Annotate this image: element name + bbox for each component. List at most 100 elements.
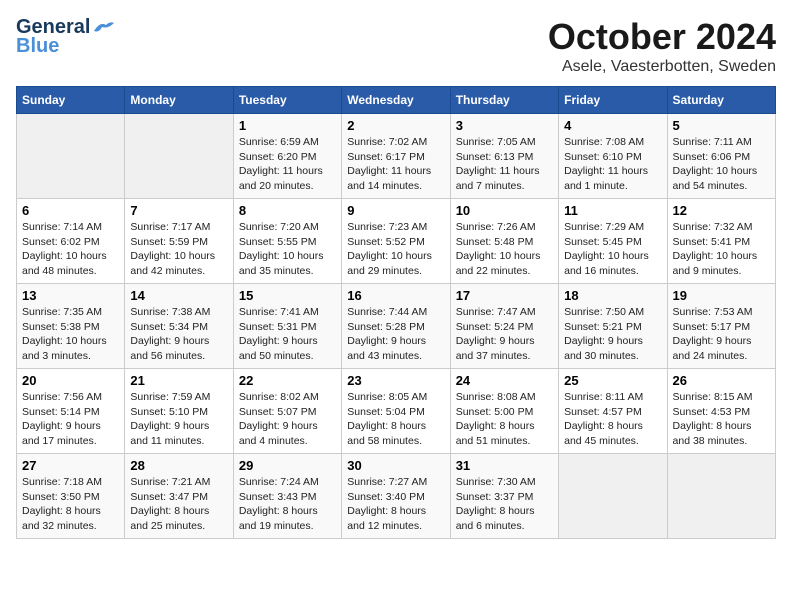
day-info: Sunrise: 7:29 AMSunset: 5:45 PMDaylight:… [564,220,661,279]
table-cell: 24 Sunrise: 8:08 AMSunset: 5:00 PMDayligh… [450,369,558,454]
table-cell: 7Sunrise: 7:17 AMSunset: 5:59 PMDaylight… [125,199,233,284]
day-number: 3 [456,118,553,133]
day-number: 30 [347,458,444,473]
day-info: Sunrise: 7:41 AMSunset: 5:31 PMDaylight:… [239,305,336,364]
col-wednesday: Wednesday [342,87,450,114]
day-info: Sunrise: 7:35 AMSunset: 5:38 PMDaylight:… [22,305,119,364]
col-saturday: Saturday [667,87,775,114]
table-cell [667,454,775,539]
day-info: Sunrise: 8:15 AMSunset: 4:53 PMDaylight:… [673,390,770,449]
table-cell: 28 Sunrise: 7:21 AMSunset: 3:47 PMDayligh… [125,454,233,539]
table-cell: 10 Sunrise: 7:26 AMSunset: 5:48 PMDayligh… [450,199,558,284]
day-info: Sunrise: 7:14 AMSunset: 6:02 PMDaylight:… [22,220,119,279]
table-cell: 30 Sunrise: 7:27 AMSunset: 3:40 PMDayligh… [342,454,450,539]
table-cell: 19 Sunrise: 7:53 AMSunset: 5:17 PMDayligh… [667,284,775,369]
table-cell: 21 Sunrise: 7:59 AMSunset: 5:10 PMDayligh… [125,369,233,454]
day-number: 31 [456,458,553,473]
day-info: Sunrise: 7:30 AMSunset: 3:37 PMDaylight:… [456,475,553,534]
week-row-3: 13 Sunrise: 7:35 AMSunset: 5:38 PMDayligh… [17,284,776,369]
day-number: 26 [673,373,770,388]
table-cell: 3 Sunrise: 7:05 AMSunset: 6:13 PMDaylight… [450,114,558,199]
day-number: 21 [130,373,227,388]
table-cell: 11 Sunrise: 7:29 AMSunset: 5:45 PMDayligh… [559,199,667,284]
day-info: Sunrise: 7:08 AMSunset: 6:10 PMDaylight:… [564,135,661,194]
day-info: Sunrise: 7:53 AMSunset: 5:17 PMDaylight:… [673,305,770,364]
table-cell: 17 Sunrise: 7:47 AMSunset: 5:24 PMDayligh… [450,284,558,369]
table-cell: 12 Sunrise: 7:32 AMSunset: 5:41 PMDayligh… [667,199,775,284]
table-cell: 18Sunrise: 7:50 AMSunset: 5:21 PMDayligh… [559,284,667,369]
day-number: 27 [22,458,119,473]
table-cell: 25 Sunrise: 8:11 AMSunset: 4:57 PMDayligh… [559,369,667,454]
day-info: Sunrise: 7:18 AMSunset: 3:50 PMDaylight:… [22,475,119,534]
day-number: 17 [456,288,553,303]
table-cell: 6Sunrise: 7:14 AMSunset: 6:02 PMDaylight… [17,199,125,284]
day-info: Sunrise: 7:56 AMSunset: 5:14 PMDaylight:… [22,390,119,449]
day-number: 25 [564,373,661,388]
day-info: Sunrise: 8:02 AMSunset: 5:07 PMDaylight:… [239,390,336,449]
table-cell: 16 Sunrise: 7:44 AMSunset: 5:28 PMDayligh… [342,284,450,369]
day-info: Sunrise: 7:26 AMSunset: 5:48 PMDaylight:… [456,220,553,279]
day-info: Sunrise: 7:44 AMSunset: 5:28 PMDaylight:… [347,305,444,364]
day-number: 22 [239,373,336,388]
day-number: 8 [239,203,336,218]
table-cell: 2 Sunrise: 7:02 AMSunset: 6:17 PMDaylight… [342,114,450,199]
day-number: 13 [22,288,119,303]
week-row-1: 1 Sunrise: 6:59 AMSunset: 6:20 PMDaylight… [17,114,776,199]
table-cell [559,454,667,539]
day-info: Sunrise: 7:11 AMSunset: 6:06 PMDaylight:… [673,135,770,194]
col-friday: Friday [559,87,667,114]
day-number: 4 [564,118,661,133]
page-header: General Blue October 2024 Asele, Vaester… [16,16,776,76]
week-row-5: 27 Sunrise: 7:18 AMSunset: 3:50 PMDayligh… [17,454,776,539]
day-info: Sunrise: 7:17 AMSunset: 5:59 PMDaylight:… [130,220,227,279]
day-info: Sunrise: 7:32 AMSunset: 5:41 PMDaylight:… [673,220,770,279]
table-cell: 8 Sunrise: 7:20 AMSunset: 5:55 PMDaylight… [233,199,341,284]
day-info: Sunrise: 7:27 AMSunset: 3:40 PMDaylight:… [347,475,444,534]
day-number: 1 [239,118,336,133]
day-number: 20 [22,373,119,388]
col-sunday: Sunday [17,87,125,114]
day-info: Sunrise: 7:24 AMSunset: 3:43 PMDaylight:… [239,475,336,534]
table-cell: 26 Sunrise: 8:15 AMSunset: 4:53 PMDayligh… [667,369,775,454]
day-number: 16 [347,288,444,303]
table-cell [125,114,233,199]
day-info: Sunrise: 7:50 AMSunset: 5:21 PMDaylight:… [564,305,661,364]
day-info: Sunrise: 6:59 AMSunset: 6:20 PMDaylight:… [239,135,336,194]
day-info: Sunrise: 7:21 AMSunset: 3:47 PMDaylight:… [130,475,227,534]
table-cell: 29 Sunrise: 7:24 AMSunset: 3:43 PMDayligh… [233,454,341,539]
day-info: Sunrise: 7:47 AMSunset: 5:24 PMDaylight:… [456,305,553,364]
day-number: 15 [239,288,336,303]
day-info: Sunrise: 7:20 AMSunset: 5:55 PMDaylight:… [239,220,336,279]
month-title: October 2024 [548,16,776,58]
day-number: 11 [564,203,661,218]
table-cell: 13 Sunrise: 7:35 AMSunset: 5:38 PMDayligh… [17,284,125,369]
calendar-header-row: Sunday Monday Tuesday Wednesday Thursday… [17,87,776,114]
table-cell: 22 Sunrise: 8:02 AMSunset: 5:07 PMDayligh… [233,369,341,454]
day-number: 19 [673,288,770,303]
col-thursday: Thursday [450,87,558,114]
logo: General Blue [16,16,114,58]
table-cell: 14Sunrise: 7:38 AMSunset: 5:34 PMDayligh… [125,284,233,369]
day-number: 5 [673,118,770,133]
day-info: Sunrise: 8:08 AMSunset: 5:00 PMDaylight:… [456,390,553,449]
table-cell [17,114,125,199]
col-tuesday: Tuesday [233,87,341,114]
table-cell: 15 Sunrise: 7:41 AMSunset: 5:31 PMDayligh… [233,284,341,369]
day-number: 9 [347,203,444,218]
day-number: 14 [130,288,227,303]
day-info: Sunrise: 7:05 AMSunset: 6:13 PMDaylight:… [456,135,553,194]
day-number: 28 [130,458,227,473]
day-info: Sunrise: 7:59 AMSunset: 5:10 PMDaylight:… [130,390,227,449]
day-number: 29 [239,458,336,473]
day-number: 2 [347,118,444,133]
week-row-4: 20 Sunrise: 7:56 AMSunset: 5:14 PMDayligh… [17,369,776,454]
day-info: Sunrise: 7:02 AMSunset: 6:17 PMDaylight:… [347,135,444,194]
day-number: 24 [456,373,553,388]
week-row-2: 6Sunrise: 7:14 AMSunset: 6:02 PMDaylight… [17,199,776,284]
table-cell: 20 Sunrise: 7:56 AMSunset: 5:14 PMDayligh… [17,369,125,454]
table-cell: 23Sunrise: 8:05 AMSunset: 5:04 PMDayligh… [342,369,450,454]
table-cell: 31 Sunrise: 7:30 AMSunset: 3:37 PMDayligh… [450,454,558,539]
day-number: 12 [673,203,770,218]
day-number: 10 [456,203,553,218]
day-info: Sunrise: 8:11 AMSunset: 4:57 PMDaylight:… [564,390,661,449]
